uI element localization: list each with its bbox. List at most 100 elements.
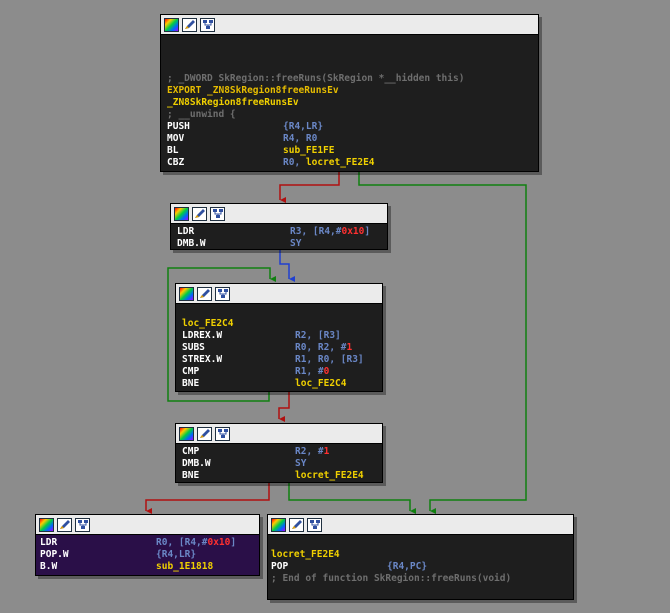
unwind-comment: ; __unwind { — [167, 109, 236, 120]
operand-branch-target[interactable]: locret_FE2E4 — [306, 157, 375, 168]
operand: {R4,LR} — [283, 121, 324, 132]
operand: R1, R0, [R3] — [295, 354, 364, 365]
palette-color-icon[interactable] — [179, 426, 194, 441]
operand: R4, R0 — [283, 133, 318, 144]
graph-node-return[interactable]: locret_FE2E4 POP {R4,PC} ; End of functio… — [267, 514, 574, 600]
instruction-row[interactable]: PUSH {R4,LR} — [167, 121, 532, 133]
instruction-row[interactable]: LDR R3, [R4,#0x10] — [177, 226, 381, 238]
mnemonic: LDR — [40, 537, 58, 548]
mnemonic: CMP — [182, 366, 200, 377]
operand: R0, R2, # — [295, 342, 347, 353]
instruction-row[interactable]: BL sub_FE1FE — [167, 145, 532, 157]
instruction-row[interactable]: DMB.W SY — [177, 238, 381, 250]
node-titlebar — [176, 424, 382, 444]
instruction-row[interactable]: LDREX.W R2, [R3] — [182, 330, 376, 342]
mnemonic: BNE — [182, 378, 200, 389]
node-titlebar — [268, 515, 573, 535]
instruction-row[interactable]: SUBS R0, R2, #1 — [182, 342, 376, 354]
operand-immediate: 0x10 — [341, 226, 365, 237]
export-symbol: _ZN8SkRegion8freeRunsEv — [201, 85, 339, 96]
graph-node-loop[interactable]: loc_FE2C4 LDREX.W R2, [R3] SUBS R0, R2, #1… — [175, 283, 383, 392]
end-of-function-comment: ; End of function SkRegion::freeRuns(voi… — [271, 573, 512, 584]
return-label[interactable]: locret_FE2E4 — [271, 549, 567, 561]
operand-jump-target[interactable]: sub_1E1818 — [156, 561, 213, 573]
instruction-row[interactable]: CBZ R0, locret_FE2E4 — [167, 157, 532, 169]
edge-loop-to-cmp — [278, 392, 290, 419]
mnemonic: SUBS — [182, 342, 205, 353]
mnemonic: BL — [167, 145, 179, 156]
mnemonic: MOV — [167, 133, 185, 144]
operand-branch-target[interactable]: loc_FE2C4 — [295, 378, 346, 390]
edit-pencil-icon[interactable] — [57, 517, 72, 532]
export-keyword: EXPORT — [167, 85, 202, 96]
graph-view-icon[interactable] — [200, 17, 215, 32]
instruction-row[interactable]: BNE loc_FE2C4 — [182, 378, 376, 390]
operand: R1, # — [295, 366, 324, 377]
palette-color-icon[interactable] — [179, 286, 194, 301]
edge-ldr-to-loop — [279, 250, 289, 279]
instruction-row[interactable]: DMB.W SY — [182, 458, 376, 470]
operand: R3, [R4,# — [290, 226, 342, 237]
instruction-row[interactable]: BNE locret_FE2E4 — [182, 470, 376, 482]
mnemonic: POP.W — [40, 549, 69, 560]
operand-branch-target[interactable]: locret_FE2E4 — [295, 470, 364, 482]
graph-view-icon[interactable] — [307, 517, 322, 532]
palette-color-icon[interactable] — [174, 206, 189, 221]
mnemonic: LDREX.W — [182, 330, 223, 341]
instruction-row[interactable]: CMP R2, #1 — [182, 446, 376, 458]
mnemonic: CBZ — [167, 157, 185, 168]
graph-node-cmp[interactable]: CMP R2, #1 DMB.W SY BNE locret_FE2E4 — [175, 423, 383, 483]
mnemonic: B.W — [40, 561, 58, 572]
function-label[interactable]: _ZN8SkRegion8freeRunsEv — [167, 97, 532, 109]
edit-pencil-icon[interactable] — [192, 206, 207, 221]
mnemonic: POP — [271, 561, 289, 572]
edit-pencil-icon[interactable] — [197, 286, 212, 301]
edit-pencil-icon[interactable] — [289, 517, 304, 532]
node-titlebar — [161, 15, 538, 35]
operand-immediate: 1 — [323, 446, 330, 457]
palette-color-icon[interactable] — [271, 517, 286, 532]
instruction-row[interactable]: POP {R4,PC} — [271, 561, 567, 573]
edge-cmp-to-tail — [145, 483, 270, 511]
operand-immediate: 0 — [323, 366, 330, 377]
node-titlebar — [171, 204, 387, 224]
graph-view-icon[interactable] — [75, 517, 90, 532]
operand: {R4,PC} — [387, 561, 428, 572]
graph-node-tail-call[interactable]: LDR R0, [R4,#0x10] POP.W {R4,LR} B.W sub_1E… — [35, 514, 260, 576]
operand-immediate: 1 — [346, 342, 353, 353]
operand: R0, [R4,# — [156, 537, 208, 548]
mnemonic: PUSH — [167, 121, 190, 132]
mnemonic: DMB.W — [177, 238, 206, 249]
operand: R0, — [283, 157, 306, 168]
graph-node-ldr-dmb[interactable]: LDR R3, [R4,#0x10] DMB.W SY — [170, 203, 388, 250]
mnemonic: BNE — [182, 470, 200, 481]
palette-color-icon[interactable] — [39, 517, 54, 532]
operand-call-target[interactable]: sub_FE1FE — [283, 145, 334, 157]
operand: ] — [364, 226, 371, 237]
mnemonic: CMP — [182, 446, 200, 457]
instruction-row[interactable]: LDR R0, [R4,#0x10] — [40, 537, 253, 549]
loop-label[interactable]: loc_FE2C4 — [182, 318, 376, 330]
instruction-row[interactable]: B.W sub_1E1818 — [40, 561, 253, 573]
operand: {R4,LR} — [156, 549, 197, 560]
mnemonic: LDR — [177, 226, 195, 237]
mnemonic: DMB.W — [182, 458, 211, 469]
mnemonic: STREX.W — [182, 354, 223, 365]
operand: SY — [295, 458, 307, 469]
edit-pencil-icon[interactable] — [182, 17, 197, 32]
instruction-row[interactable]: MOV R4, R0 — [167, 133, 532, 145]
operand-immediate: 0x10 — [207, 537, 231, 548]
palette-color-icon[interactable] — [164, 17, 179, 32]
function-signature-comment: ; _DWORD SkRegion::freeRuns(SkRegion *__… — [167, 73, 465, 84]
graph-view-icon[interactable] — [215, 426, 230, 441]
graph-node-entry[interactable]: ; _DWORD SkRegion::freeRuns(SkRegion *__… — [160, 14, 539, 172]
node-titlebar — [176, 284, 382, 304]
instruction-row[interactable]: CMP R1, #0 — [182, 366, 376, 378]
instruction-row[interactable]: STREX.W R1, R0, [R3] — [182, 354, 376, 366]
edge-entry-to-ldr — [279, 172, 340, 200]
graph-view-icon[interactable] — [215, 286, 230, 301]
operand: R2, # — [295, 446, 324, 457]
instruction-row[interactable]: POP.W {R4,LR} — [40, 549, 253, 561]
edit-pencil-icon[interactable] — [197, 426, 212, 441]
graph-view-icon[interactable] — [210, 206, 225, 221]
